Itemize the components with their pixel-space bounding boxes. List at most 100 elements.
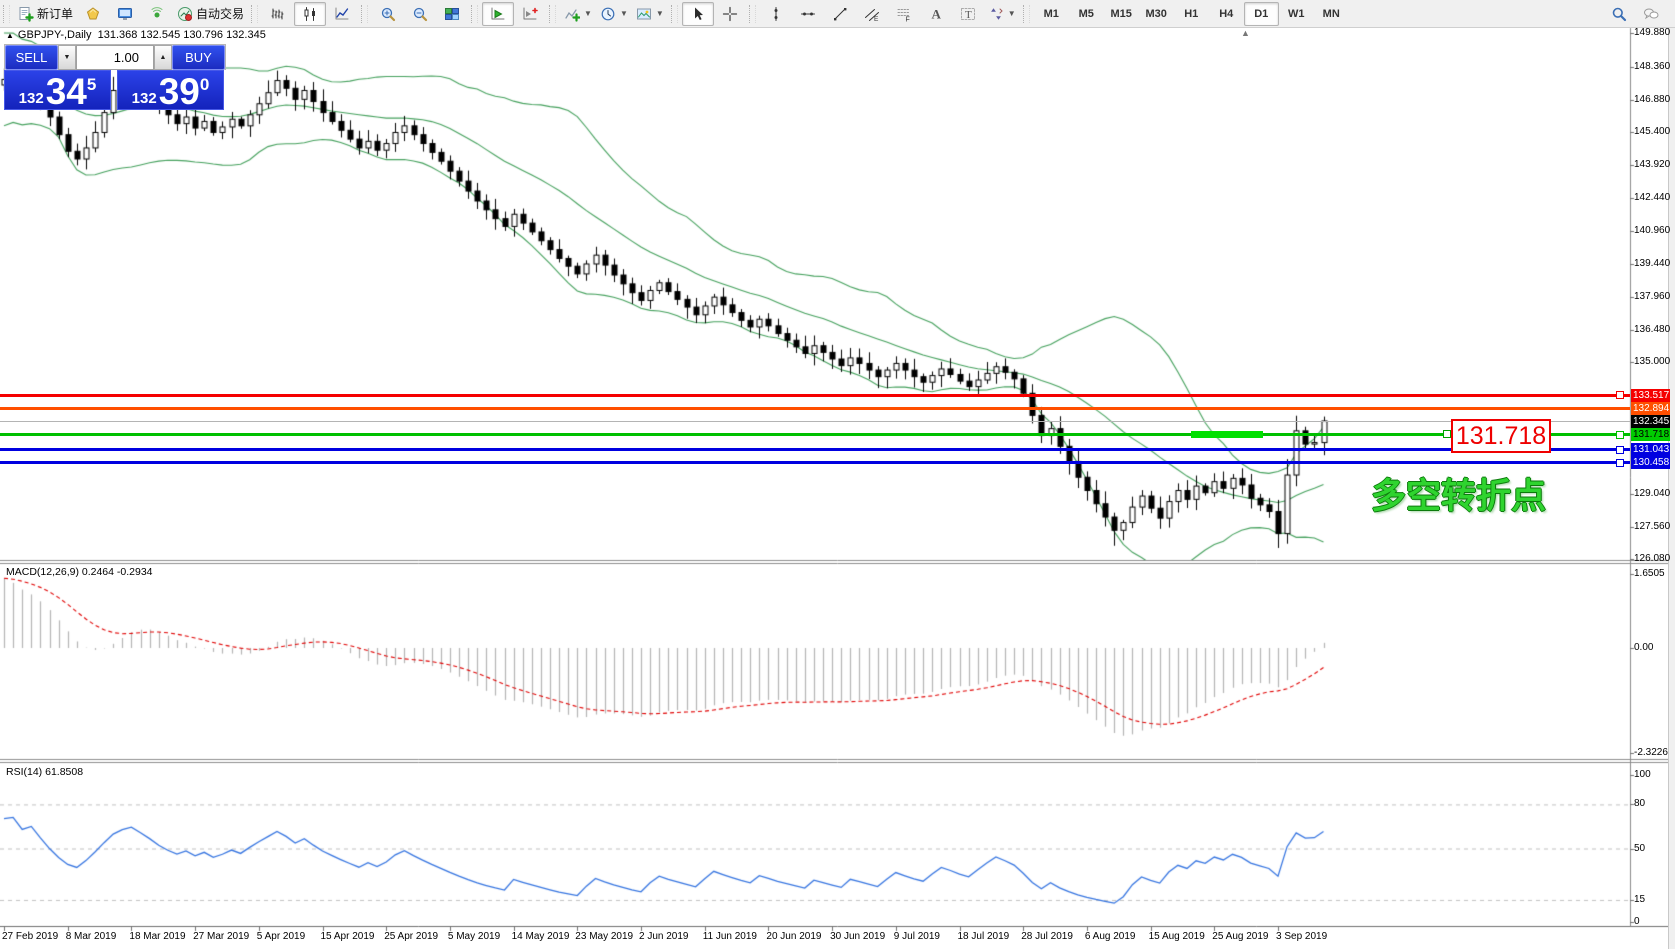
price-tick-label: 139.440 [1634, 258, 1670, 269]
chart-shift-button[interactable] [514, 2, 546, 26]
resistance-line-2[interactable] [0, 407, 1630, 410]
timeframe-mn-button[interactable]: MN [1314, 2, 1349, 26]
timeframe-m1-button[interactable]: M1 [1034, 2, 1069, 26]
terminal-button[interactable] [109, 2, 141, 26]
toolbar-grip[interactable] [671, 5, 678, 23]
resistance-line-1[interactable] [0, 394, 1630, 397]
volume-down-button[interactable]: ▼ [58, 45, 76, 70]
macd-tick-label: -2.3226 [1634, 747, 1668, 758]
line-anchor-handle[interactable] [1616, 459, 1624, 467]
equidistant-channel-button[interactable]: E [856, 2, 888, 26]
svg-text:F: F [905, 16, 909, 22]
price-tick-label: 127.560 [1634, 521, 1670, 532]
pivot-line[interactable] [0, 433, 1630, 436]
macd-indicator-label: MACD(12,26,9) 0.2464 -0.2934 [6, 566, 153, 578]
arrows-button[interactable]: ▼ [984, 2, 1020, 26]
vertical-line-button[interactable] [760, 2, 792, 26]
trendline-button[interactable] [824, 2, 856, 26]
label-icon: T [960, 6, 976, 22]
line-anchor-handle[interactable] [1616, 391, 1624, 399]
price-tick-label: 126.080 [1634, 553, 1670, 564]
timeframe-m15-button[interactable]: M15 [1104, 2, 1139, 26]
zoom-in-button[interactable] [372, 2, 404, 26]
bar-chart-button[interactable] [262, 2, 294, 26]
toolbar-grip[interactable] [749, 5, 756, 23]
text-button[interactable]: A [920, 2, 952, 26]
text-label-button[interactable]: T [952, 2, 984, 26]
buy-button[interactable]: BUY [172, 45, 225, 70]
chat-button[interactable] [1635, 2, 1667, 26]
macd-tick-label: 1.6505 [1634, 568, 1665, 579]
date-label: 6 Aug 2019 [1085, 931, 1136, 942]
turning-point-annotation[interactable]: 多空转折点 [1371, 468, 1546, 519]
dropdown-arrow-icon[interactable]: ▼ [620, 9, 628, 18]
volume-up-button[interactable]: ▲ [154, 45, 172, 70]
support-line-1[interactable] [0, 448, 1630, 451]
trendline-icon [832, 6, 848, 22]
svg-text:A: A [931, 6, 941, 21]
price-tick-label: 148.360 [1634, 61, 1670, 72]
gold-chart-button[interactable] [77, 2, 109, 26]
price-tick-label: 145.400 [1634, 126, 1670, 137]
bar-chart-icon [270, 6, 286, 22]
search-button[interactable] [1603, 2, 1635, 26]
buy-price-display[interactable]: 132390 [117, 70, 224, 110]
macd-tick-label: 0.00 [1634, 642, 1653, 653]
candle-chart-button[interactable] [294, 2, 326, 26]
line-chart-icon [334, 6, 350, 22]
channel-icon: E [864, 6, 880, 22]
periods-button[interactable]: ▼ [596, 2, 632, 26]
timeframe-w1-button[interactable]: W1 [1279, 2, 1314, 26]
templates-button[interactable]: ▼ [632, 2, 668, 26]
toolbar-grip[interactable] [3, 5, 10, 23]
horizontal-line-button[interactable] [792, 2, 824, 26]
timeframe-m5-button[interactable]: M5 [1069, 2, 1104, 26]
tile-windows-icon [444, 6, 460, 22]
auto-scroll-icon [490, 6, 506, 22]
chart-shift-icon [522, 6, 538, 22]
new-order-button[interactable]: 新订单 [14, 2, 77, 26]
sell-button[interactable]: SELL [5, 45, 58, 70]
timeframe-h4-button[interactable]: H4 [1209, 2, 1244, 26]
indicators-button[interactable]: ▼ [560, 2, 596, 26]
pivot-highlight-segment[interactable] [1191, 431, 1263, 438]
autotrading-icon [177, 6, 193, 22]
dropdown-arrow-icon[interactable]: ▼ [1008, 9, 1016, 18]
cursor-button[interactable] [682, 2, 714, 26]
price-tag: 131.718 [1631, 428, 1670, 441]
dropdown-arrow-icon[interactable]: ▼ [584, 9, 592, 18]
sell-price-display[interactable]: 132345 [4, 70, 111, 110]
line-anchor-handle[interactable] [1616, 446, 1624, 454]
date-label: 25 Aug 2019 [1212, 931, 1268, 942]
date-label: 25 Apr 2019 [384, 931, 438, 942]
tile-windows-button[interactable] [436, 2, 468, 26]
crosshair-button[interactable] [714, 2, 746, 26]
signals-button[interactable] [141, 2, 173, 26]
toolbar-grip[interactable] [471, 5, 478, 23]
volume-input[interactable]: 1.00 [76, 45, 154, 70]
timeframe-h1-button[interactable]: H1 [1174, 2, 1209, 26]
collapse-arrow-icon[interactable]: ▲ [6, 31, 14, 40]
new-order-icon [18, 6, 34, 22]
rsi-tick-label: 0 [1634, 916, 1640, 927]
toolbar-grip[interactable] [549, 5, 556, 23]
autotrading-button[interactable]: 自动交易 [173, 2, 248, 26]
line-anchor-handle[interactable] [1616, 431, 1624, 439]
auto-scroll-button[interactable] [482, 2, 514, 26]
vline-icon [768, 6, 784, 22]
price-callout-box[interactable]: 131.718 [1451, 419, 1551, 453]
timeframe-m30-button[interactable]: M30 [1139, 2, 1174, 26]
timeframe-d1-button[interactable]: D1 [1244, 2, 1279, 26]
toolbar-grip[interactable] [251, 5, 258, 23]
toolbar-grip[interactable] [361, 5, 368, 23]
rsi-tick-label: 100 [1634, 769, 1651, 780]
line-chart-button[interactable] [326, 2, 358, 26]
date-label: 20 Jun 2019 [766, 931, 821, 942]
dropdown-arrow-icon[interactable]: ▼ [656, 9, 664, 18]
callout-anchor-handle[interactable] [1443, 430, 1451, 438]
fibonacci-button[interactable]: F [888, 2, 920, 26]
current-price-line[interactable] [0, 421, 1630, 422]
zoom-out-button[interactable] [404, 2, 436, 26]
support-line-2[interactable] [0, 461, 1630, 464]
toolbar-grip[interactable] [1023, 5, 1030, 23]
